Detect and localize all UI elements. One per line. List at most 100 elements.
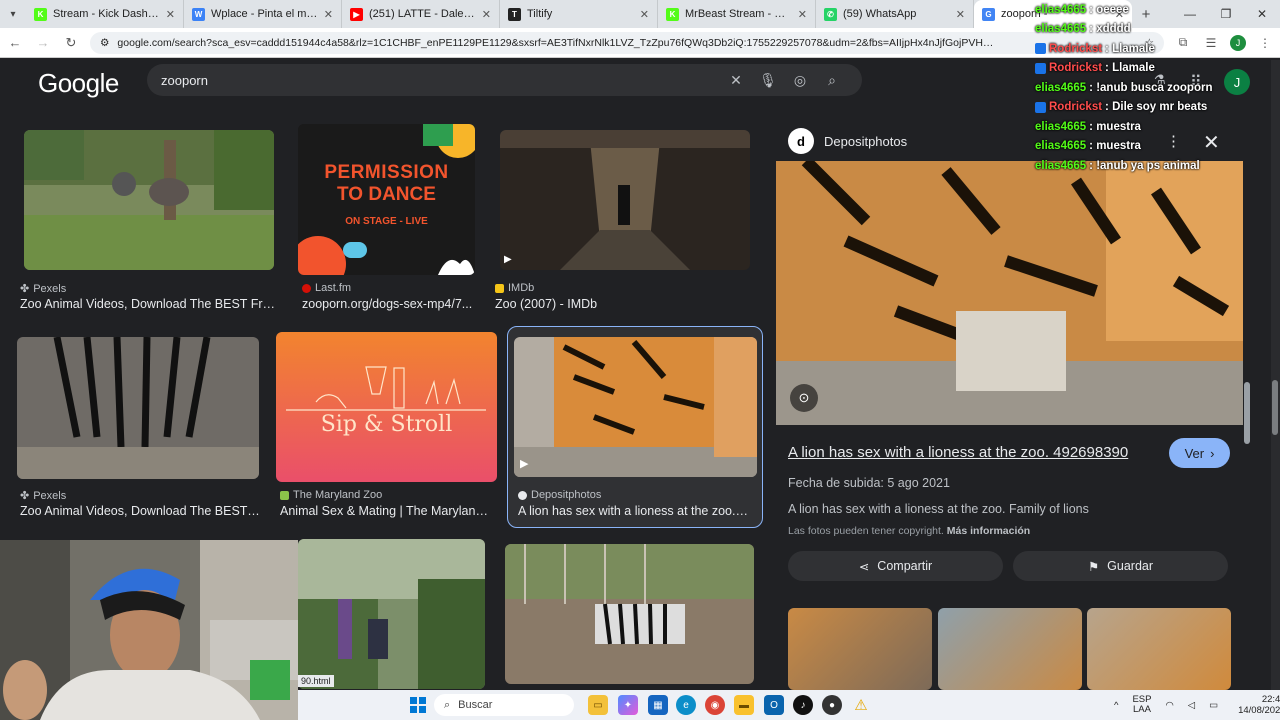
panel-scrollbar[interactable] [1244,382,1250,444]
chat-text: : Llamale [1105,62,1155,75]
result-thumbnail-sip-stroll[interactable]: Sip & Stroll [276,332,497,482]
store-icon[interactable]: ▦ [648,695,668,715]
tab-close-icon[interactable]: ✕ [956,8,965,21]
maryland-zoo-icon [280,490,289,500]
panel-title-link[interactable]: A lion has sex with a lioness at the zoo… [788,444,1128,461]
windows-start-icon[interactable] [410,697,426,713]
outlook-icon[interactable]: O [764,695,784,715]
edge-icon[interactable]: e [676,695,696,715]
related-image[interactable] [788,608,932,690]
result-thumbnail-walkers[interactable] [298,539,485,689]
permission-line2: TO DANCE [337,184,436,205]
wifi-icon[interactable]: ◠ [1165,700,1173,711]
result-source: Last.fm [302,282,351,294]
result-thumbnail-tiger[interactable]: ▶ [514,337,757,477]
result-thumbnail-stable[interactable]: ▶ [500,130,750,270]
chrome-icon[interactable]: ◉ [705,695,725,715]
visit-button[interactable]: Ver › [1169,438,1230,468]
result-thumbnail-permission[interactable]: PERMISSION TO DANCE ON STAGE - LIVE [298,124,475,275]
tab-close-icon[interactable]: ✕ [324,8,333,21]
search-icon: ⌕ [444,698,451,711]
video-play-icon: ▶ [504,254,512,265]
battery-icon[interactable]: ▭ [1209,700,1218,711]
related-image[interactable] [938,608,1082,690]
share-icon: ⋖ [858,559,870,574]
warning-icon[interactable]: ⚠ [851,695,871,715]
chat-message: Rodrickst: Dile soy mr beats [1035,98,1275,118]
url-text: google.com/search?sca_esv=caddd151944c4a… [117,36,997,49]
browser-tab[interactable]: ▶ (251) LATTE - Dalex, Lenny Tavá ✕ [342,0,500,28]
result-thumbnail-hippos[interactable] [24,130,274,270]
chat-message: Rodrickst: Llamale [1035,39,1275,59]
panel-source[interactable]: d Depositphotos [788,128,907,154]
reload-icon[interactable]: ↻ [62,35,80,51]
depositphotos-logo-icon: d [788,128,814,154]
google-logo[interactable]: Google [38,68,119,99]
panel-source-name: Depositphotos [824,133,908,149]
language-indicator[interactable]: ESP LAA [1132,695,1151,715]
show-hidden-icons[interactable]: ^ [1114,700,1118,711]
result-source: IMDb [495,282,534,294]
lens-search-icon[interactable]: ⊙ [790,384,818,412]
result-title[interactable]: Animal Sex & Mating | The Maryland ... [280,504,492,518]
chat-username: elias4665 [1035,120,1087,133]
result-title[interactable]: A lion has sex with a lioness at the zoo… [518,504,748,518]
chat-username: Rodrickst [1049,62,1103,75]
preview-image[interactable] [776,161,1243,425]
tab-title: MrBeast Stream - Watch Live on [685,8,792,20]
related-image[interactable] [1087,608,1231,690]
file-explorer-icon[interactable]: ▭ [588,695,608,715]
save-button[interactable]: ⚑ Guardar [1013,551,1228,581]
address-bar[interactable]: ⚙ google.com/search?sca_esv=caddd151944c… [90,31,1164,54]
chat-message: elias4665: muestra [1035,117,1275,137]
voice-search-icon[interactable]: 🎙 [752,72,784,89]
tab-close-icon[interactable]: ✕ [798,8,807,21]
tab-close-icon[interactable]: ✕ [166,8,175,21]
clock[interactable]: 22:41 14/08/2025 [1238,694,1280,716]
search-input[interactable]: zooporn [161,73,720,88]
copilot-icon[interactable]: ✦ [618,695,638,715]
tiktok-icon[interactable]: ♪ [793,695,813,715]
lens-icon[interactable]: ◎ [784,72,816,89]
stable-image [500,130,750,270]
search-box[interactable]: zooporn ✕ 🎙 ◎ ⌕ [147,64,862,96]
tab-close-icon[interactable]: ✕ [482,8,491,21]
obs-icon[interactable]: ● [822,695,842,715]
chat-username: elias4665 [1035,81,1087,94]
browser-tab[interactable]: T Tiltify ✕ [500,0,658,28]
share-button[interactable]: ⋖ Compartir [788,551,1003,581]
system-tray: ^ ESP LAA ◠ ◁ ▭ 22:41 14/08/2025 [1114,694,1280,716]
result-title[interactable]: Zoo Animal Videos, Download The BEST ... [20,504,260,518]
browser-tab[interactable]: K MrBeast Stream - Watch Live on ✕ [658,0,816,28]
folder-icon[interactable]: ▬ [734,695,754,715]
permission-line1: PERMISSION [324,162,449,183]
browser-tab[interactable]: ✆ (59) WhatsApp ✕ [816,0,974,28]
result-title[interactable]: Zoo Animal Videos, Download The BEST Fre… [20,297,280,311]
chat-text: : Dile soy mr beats [1105,101,1208,114]
result-title[interactable]: Zoo (2007) - IMDb [495,297,755,311]
search-icon[interactable]: ⌕ [816,72,848,89]
result-thumbnail-zebras-field[interactable] [505,544,754,684]
taskbar-search[interactable]: ⌕ Buscar [434,694,574,716]
tab-search-icon[interactable]: ▾ [0,0,26,28]
clear-icon[interactable]: ✕ [720,72,752,89]
result-title[interactable]: zooporn.org/dogs-sex-mp4/7... [302,297,474,311]
result-source: The Maryland Zoo [280,489,382,501]
site-info-icon[interactable]: ⚙ [100,37,109,49]
image-description: A lion has sex with a lioness at the zoo… [788,502,1089,516]
chat-message: elias4665: xdddd [1035,20,1275,40]
tab-close-icon[interactable]: ✕ [640,8,649,21]
more-info-link[interactable]: Más información [947,525,1030,537]
forward-icon[interactable]: → [34,35,52,50]
browser-tab[interactable]: W Wplace - Pinta el mundo ✕ [184,0,342,28]
chat-text: : oeeee [1089,3,1129,16]
chat-username: Rodrickst [1049,101,1103,114]
back-icon[interactable]: ← [6,35,24,50]
depositphotos-icon [518,490,527,500]
tab-favicon-icon: W [192,7,205,21]
tab-favicon-icon: T [508,7,521,21]
browser-tab[interactable]: K Stream - Kick Dashboard ✕ [26,0,184,28]
result-thumbnail-zebra[interactable] [17,337,259,479]
page-scrollbar[interactable] [1272,380,1278,435]
volume-icon[interactable]: ◁ [1188,700,1195,711]
